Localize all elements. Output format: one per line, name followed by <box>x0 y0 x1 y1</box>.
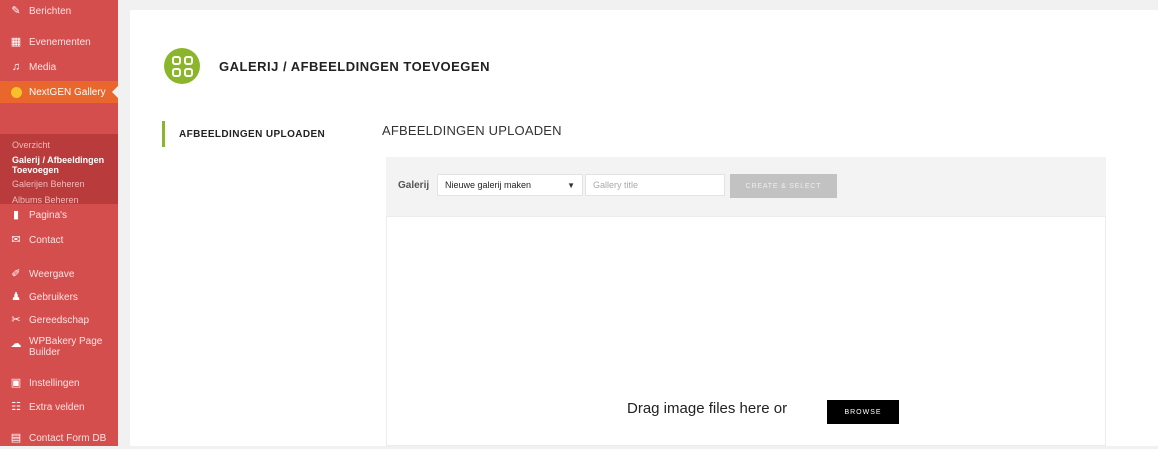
submenu-item-galerij-toevoegen[interactable]: Galerij / Afbeeldingen Toevoegen <box>12 155 112 175</box>
sidebar-item-wpbakery[interactable]: ☁ WPBakery Page Builder <box>0 334 118 368</box>
sidebar-item-contact[interactable]: ✉ Contact <box>0 229 118 251</box>
wpbakery-icon: ☁ <box>10 337 22 350</box>
submenu-item-galerijen-beheren[interactable]: Galerijen Beheren <box>12 179 85 189</box>
sidebar-item-label: WPBakery Page Builder <box>29 336 103 358</box>
sidebar-item-label: Evenementen <box>29 36 91 48</box>
main-content: GALERIJ / AFBEELDINGEN TOEVOEGEN AFBEELD… <box>130 10 1158 446</box>
page-title: GALERIJ / AFBEELDINGEN TOEVOEGEN <box>219 59 490 74</box>
fields-icon: ☷ <box>11 400 21 413</box>
sidebar-item-nextgen-gallery[interactable]: NextGEN Gallery <box>0 81 118 103</box>
nextgen-icon <box>9 85 23 99</box>
gallery-label: Galerij <box>398 180 430 191</box>
submenu-item-overzicht[interactable]: Overzicht <box>12 140 50 150</box>
sidebar-item-label: Contact Form DB <box>29 432 107 444</box>
file-dropzone[interactable]: Drag image files here or BROWSE <box>386 216 1106 446</box>
gallery-title-input[interactable] <box>585 174 725 196</box>
admin-sidebar: ✎ Berichten ▦ Evenementen ♫ Media NextGE… <box>0 0 118 446</box>
sidebar-item-instellingen[interactable]: ▣ Instellingen <box>0 372 118 394</box>
sidebar-item-label: Contact <box>29 234 64 246</box>
users-icon: ♟ <box>11 290 21 303</box>
nextgen-submenu: Overzicht Galerij / Afbeeldingen Toevoeg… <box>0 134 118 205</box>
sidebar-item-extra-velden[interactable]: ☷ Extra velden <box>0 396 118 418</box>
sidebar-item-media[interactable]: ♫ Media <box>0 56 118 78</box>
gallery-select[interactable]: Nieuwe galerij maken ▼ <box>437 174 583 196</box>
gallery-grid-icon <box>164 48 200 84</box>
calendar-icon: ▦ <box>10 35 22 48</box>
sidebar-item-label: Gebruikers <box>29 291 78 303</box>
dropzone-text: Drag image files here or <box>627 400 788 417</box>
paintbrush-icon: ✐ <box>11 267 21 280</box>
wrench-icon: ✂ <box>11 313 21 326</box>
sidebar-item-weergave[interactable]: ✐ Weergave <box>0 263 118 285</box>
section-title: AFBEELDINGEN UPLOADEN <box>382 123 562 138</box>
sidebar-item-label: Pagina's <box>29 209 68 221</box>
envelope-icon: ✉ <box>11 233 21 246</box>
sidebar-item-label: Media <box>29 61 57 73</box>
sidebar-item-berichten[interactable]: ✎ Berichten <box>0 0 118 22</box>
sidebar-item-label: NextGEN Gallery <box>29 86 106 98</box>
sidebar-item-paginas[interactable]: ▮ Pagina's <box>0 204 118 226</box>
gallery-select-value: Nieuwe galerij maken <box>445 180 532 190</box>
sidebar-item-gereedschap[interactable]: ✂ Gereedschap <box>0 309 118 331</box>
sidebar-item-label: Gereedschap <box>29 314 90 326</box>
upload-panel: Galerij Nieuwe galerij maken ▼ CREATE & … <box>386 157 1106 446</box>
page-icon: ▮ <box>12 208 20 221</box>
sidebar-item-gebruikers[interactable]: ♟ Gebruikers <box>0 286 118 308</box>
sidebar-item-label: Berichten <box>29 5 72 17</box>
settings-icon: ▣ <box>10 376 22 389</box>
browse-button[interactable]: BROWSE <box>827 400 899 424</box>
tab-afbeeldingen-uploaden[interactable]: AFBEELDINGEN UPLOADEN <box>162 121 325 147</box>
sidebar-item-label: Instellingen <box>29 377 80 389</box>
sidebar-item-label: Extra velden <box>29 401 85 413</box>
media-icon: ♫ <box>11 60 21 73</box>
pin-icon: ✎ <box>11 4 21 17</box>
sidebar-item-label: Weergave <box>29 268 75 280</box>
create-select-button[interactable]: CREATE & SELECT <box>730 174 837 198</box>
chevron-down-icon: ▼ <box>567 181 575 190</box>
sidebar-item-evenementen[interactable]: ▦ Evenementen <box>0 31 118 53</box>
database-icon: ▤ <box>10 431 22 444</box>
